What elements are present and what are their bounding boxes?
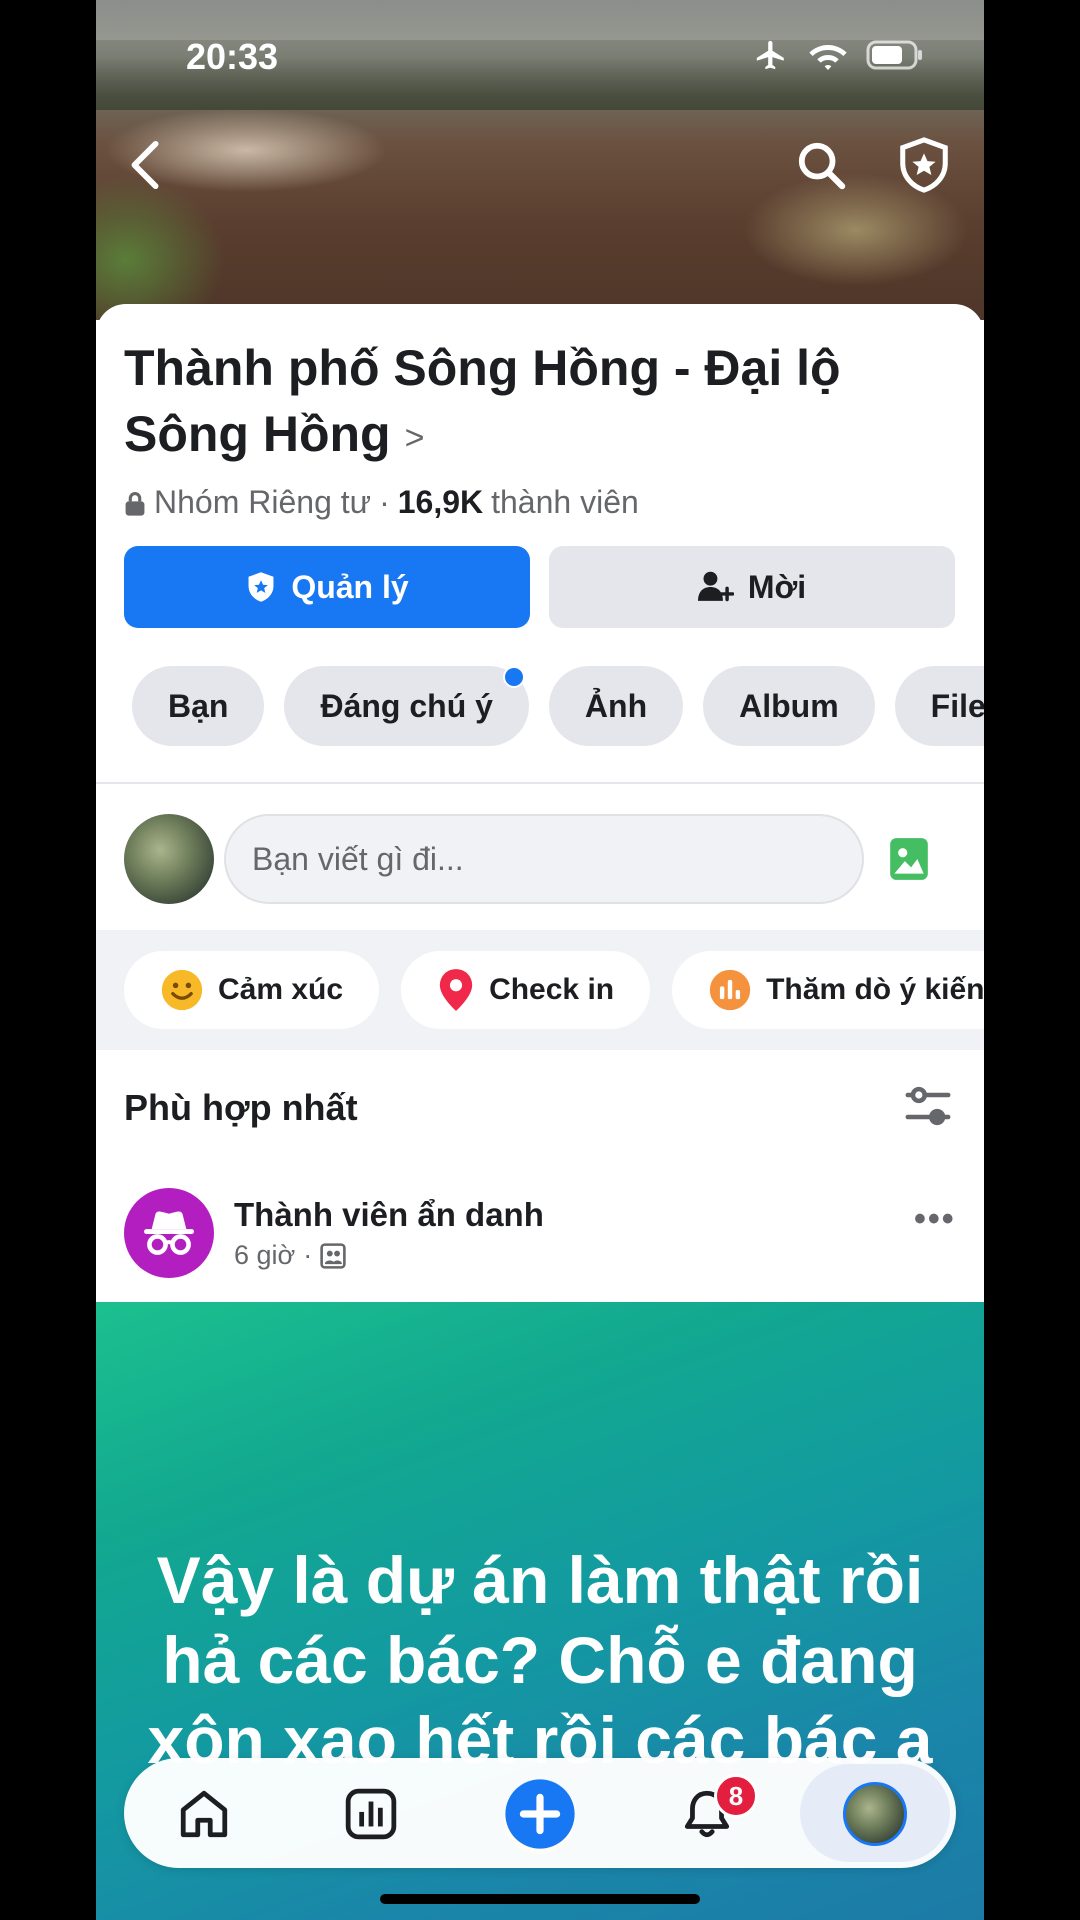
admin-shield-icon[interactable] xyxy=(896,136,952,194)
poll-button[interactable]: Thăm dò ý kiến xyxy=(672,951,984,1029)
composer-actions: Cảm xúc Check in Thăm dò ý kiến xyxy=(124,951,984,1029)
add-person-icon xyxy=(697,571,734,602)
notification-badge: 8 xyxy=(714,1774,758,1818)
location-pin-icon xyxy=(439,969,473,1011)
group-members-icon xyxy=(320,1242,346,1269)
wifi-icon xyxy=(809,45,847,70)
anonymous-avatar[interactable] xyxy=(124,1188,214,1278)
status-icons xyxy=(752,38,924,72)
incognito-icon xyxy=(144,1211,194,1255)
left-letterbox xyxy=(0,0,96,1920)
insights-chart-icon xyxy=(345,1788,397,1840)
right-letterbox xyxy=(984,0,1080,1920)
chip-friends[interactable]: Bạn xyxy=(132,666,265,746)
status-time: 20:33 xyxy=(186,36,279,77)
manage-label: Quản lý xyxy=(291,568,409,605)
tab-profile[interactable] xyxy=(833,1772,917,1856)
poll-icon xyxy=(709,969,751,1011)
profile-avatar xyxy=(843,1782,907,1846)
chip-photos[interactable]: Ảnh xyxy=(548,666,684,746)
smiley-icon xyxy=(161,969,203,1011)
manage-button[interactable]: Quản lý xyxy=(124,546,530,628)
post-meta: 6 giờ · xyxy=(234,1240,346,1271)
filter-sliders-icon[interactable] xyxy=(904,1084,952,1128)
admin-shield-icon xyxy=(248,572,274,602)
group-meta: Nhóm Riêng tư · 16,9K thành viên xyxy=(124,484,639,521)
lock-icon xyxy=(125,491,145,516)
feeling-button[interactable]: Cảm xúc xyxy=(124,951,380,1029)
member-count: 16,9K xyxy=(397,484,484,520)
home-icon xyxy=(180,1790,228,1838)
back-arrow-icon[interactable] xyxy=(124,140,168,190)
new-indicator-dot xyxy=(502,666,525,688)
invite-button[interactable]: Mời xyxy=(549,546,955,628)
post-time[interactable]: 6 giờ xyxy=(234,1240,295,1271)
member-label: thành viên xyxy=(491,484,639,520)
bottom-tab-bar: 8 xyxy=(124,1758,956,1868)
home-indicator xyxy=(380,1894,700,1904)
battery-icon xyxy=(866,40,922,70)
chip-files[interactable]: File xyxy=(894,666,984,746)
search-icon[interactable] xyxy=(796,140,846,190)
post-author[interactable]: Thành viên ẩn danh xyxy=(234,1196,544,1234)
tab-home[interactable] xyxy=(162,1772,246,1856)
meta-separator: · xyxy=(379,484,390,520)
chevron-right-icon: > xyxy=(404,418,425,457)
group-name: Thành phố Sông Hồng - Đại lộ Sông Hồng xyxy=(124,340,841,462)
post-composer-input[interactable]: Bạn viết gì đi... xyxy=(224,814,864,904)
privacy-label: Nhóm Riêng tư xyxy=(154,484,372,520)
more-options-icon[interactable]: ••• xyxy=(914,1200,956,1239)
invite-label: Mời xyxy=(747,568,807,605)
tab-insights[interactable] xyxy=(329,1772,413,1856)
plus-circle-icon xyxy=(505,1779,575,1849)
composer-placeholder: Bạn viết gì đi... xyxy=(252,840,464,877)
chip-albums[interactable]: Album xyxy=(703,666,875,746)
feed-sort-label[interactable]: Phù hợp nhất xyxy=(124,1087,358,1129)
user-avatar[interactable] xyxy=(124,814,214,904)
photo-icon[interactable] xyxy=(888,836,930,882)
airplane-icon xyxy=(756,40,784,70)
check-in-button[interactable]: Check in xyxy=(401,951,651,1029)
phone-screen: 20:33 Thành phố Sông Hồng - Đại lộ Sông … xyxy=(96,0,984,1920)
chip-featured[interactable]: Đáng chú ý xyxy=(284,666,529,746)
divider xyxy=(96,782,984,784)
group-tabs: Bạn Đáng chú ý Ảnh Album File xyxy=(132,666,984,746)
group-title[interactable]: Thành phố Sông Hồng - Đại lộ Sông Hồng > xyxy=(124,335,944,471)
tab-create[interactable] xyxy=(498,1772,582,1856)
